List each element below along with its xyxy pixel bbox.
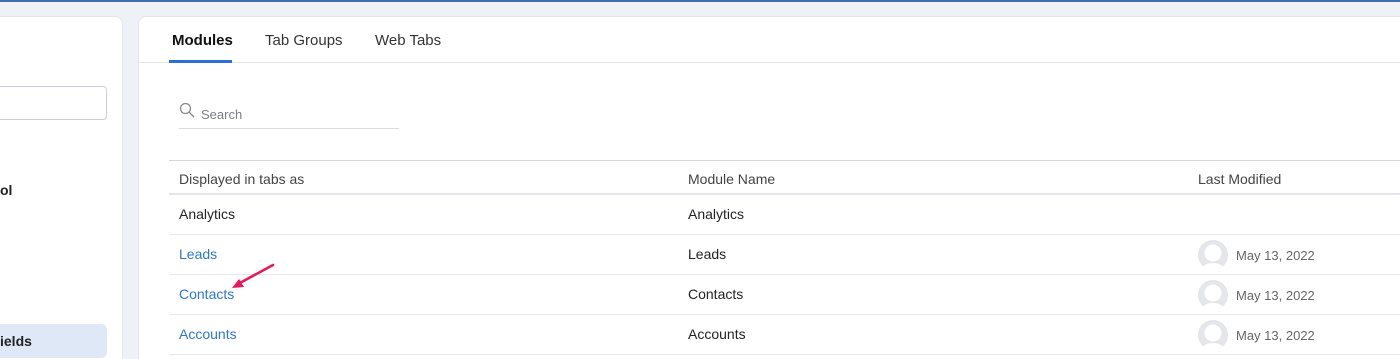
table-header: Displayed in tabs as Module Name Last Mo…: [169, 160, 1400, 195]
last-modified-date: May 13, 2022: [1236, 328, 1315, 343]
last-modified-date: May 13, 2022: [1236, 248, 1315, 263]
search-input[interactable]: [201, 104, 391, 124]
tab-modules[interactable]: Modules: [172, 32, 233, 49]
table-row[interactable]: Analytics Analytics: [169, 195, 1400, 235]
avatar: [1198, 280, 1228, 310]
displayed-name-link[interactable]: Accounts: [179, 326, 237, 342]
main-panel: Modules Tab Groups Web Tabs Displayed in…: [138, 16, 1400, 359]
column-header-displayed: Displayed in tabs as: [179, 171, 305, 187]
tab-tab-groups[interactable]: Tab Groups: [265, 32, 343, 49]
top-border: [0, 0, 1400, 2]
avatar: [1198, 320, 1228, 350]
active-tab-indicator: [169, 60, 232, 63]
table-row[interactable]: Accounts Accounts May 13, 2022: [169, 315, 1400, 355]
displayed-name-link[interactable]: Contacts: [179, 286, 234, 302]
module-name-cell: Accounts: [688, 326, 746, 342]
search-box: [179, 102, 399, 129]
table-row[interactable]: Contacts Contacts May 13, 2022: [169, 275, 1400, 315]
sidebar-panel: [0, 16, 123, 359]
sidebar-search-input[interactable]: [0, 86, 107, 120]
displayed-name-cell: Analytics: [179, 206, 236, 222]
modules-table: Displayed in tabs as Module Name Last Mo…: [169, 160, 1400, 355]
module-name-cell: Leads: [688, 246, 727, 262]
table-row[interactable]: Leads Leads May 13, 2022: [169, 235, 1400, 275]
search-icon: [179, 102, 195, 118]
sidebar-item-fields-label: ields: [0, 333, 32, 349]
module-name-cell: Contacts: [688, 286, 744, 302]
tab-bar: Modules Tab Groups Web Tabs: [139, 17, 1400, 63]
user-avatar-icon: [1198, 240, 1228, 270]
displayed-name-link[interactable]: Leads: [179, 246, 217, 262]
avatar: [1198, 240, 1228, 270]
column-header-module-name: Module Name: [688, 171, 776, 187]
user-avatar-icon: [1198, 280, 1228, 310]
tab-web-tabs[interactable]: Web Tabs: [375, 32, 441, 49]
last-modified-date: May 13, 2022: [1236, 288, 1315, 303]
annotation-arrow-icon: [232, 263, 275, 288]
sidebar-item-partial[interactable]: ol: [0, 182, 12, 198]
user-avatar-icon: [1198, 320, 1228, 350]
sidebar-item-fields[interactable]: ields: [0, 324, 107, 358]
column-header-last-modified: Last Modified: [1198, 171, 1282, 187]
module-name-cell: Analytics: [688, 206, 745, 222]
